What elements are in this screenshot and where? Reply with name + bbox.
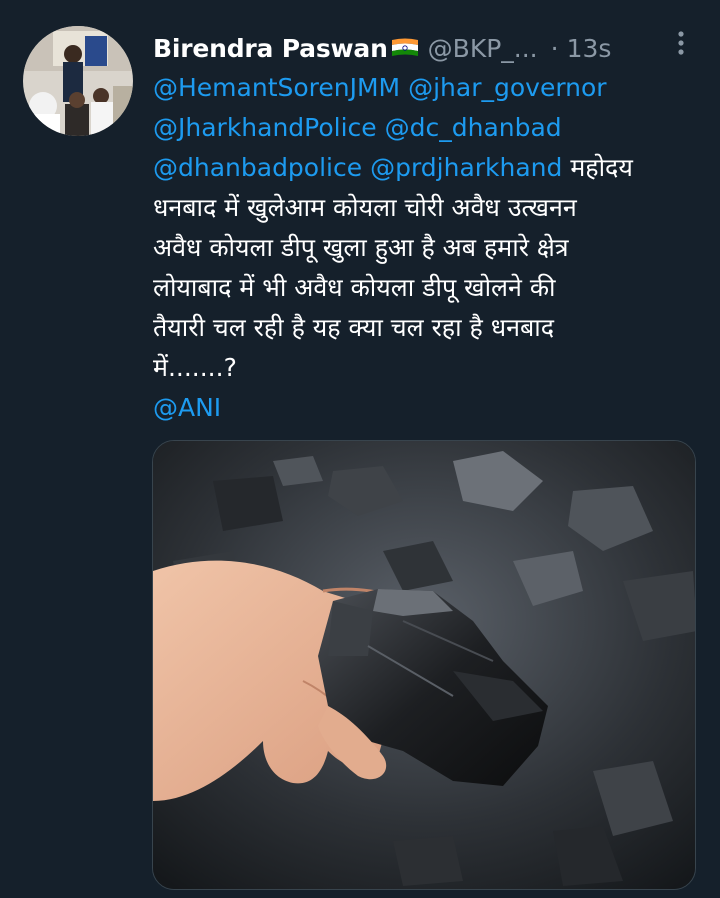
mention-link[interactable]: @jhar_governor [408, 73, 607, 102]
text-line: में.......? [153, 353, 237, 382]
text-line: @ANI [153, 388, 701, 428]
text-line: @HemantSorenJMM @jhar_governor [153, 68, 701, 108]
mention-link[interactable]: @prdjharkhand [370, 153, 562, 182]
user-handle[interactable]: @BKP_... [428, 34, 538, 63]
text-line: अवैध कोयला डीपू खुला हुआ है अब हमारे क्ष… [153, 233, 569, 262]
text-line: @JharkhandPolice @dc_dhanbad [153, 108, 701, 148]
mention-link[interactable]: @dc_dhanbad [385, 113, 562, 142]
separator-dot: · [550, 33, 559, 63]
india-flag-icon [390, 37, 420, 59]
avatar[interactable] [23, 26, 133, 136]
display-name[interactable]: Birendra Paswan [153, 34, 388, 63]
text-line: तैयारी चल रही है यह क्या चल रहा है धनबाद [153, 313, 554, 342]
text-line: @dhanbadpolice @prdjharkhand महोदय [153, 148, 701, 188]
mention-link[interactable]: @HemantSorenJMM [153, 73, 400, 102]
text-line: धनबाद में खुलेआम कोयला चोरी अवैध उत्खनन [153, 193, 577, 222]
mention-link[interactable]: @JharkhandPolice [153, 113, 377, 142]
timestamp[interactable]: 13s [567, 34, 612, 63]
tweet-text: @HemantSorenJMM @jhar_governor @Jharkhan… [153, 68, 701, 428]
tweet-card: Birendra Paswan @BKP_... · 13s @HemantSo… [0, 0, 720, 898]
body-text-segment: महोदय [570, 153, 633, 182]
mention-link[interactable]: @dhanbadpolice [153, 153, 362, 182]
tweet-header: Birendra Paswan @BKP_... · 13s [153, 30, 611, 66]
tweet-media-image[interactable] [152, 440, 696, 890]
text-line: लोयाबाद में भी अवैध कोयला डीपू खोलने की [153, 273, 556, 302]
mention-link[interactable]: @ANI [153, 393, 221, 422]
more-vertical-icon[interactable] [666, 28, 696, 58]
